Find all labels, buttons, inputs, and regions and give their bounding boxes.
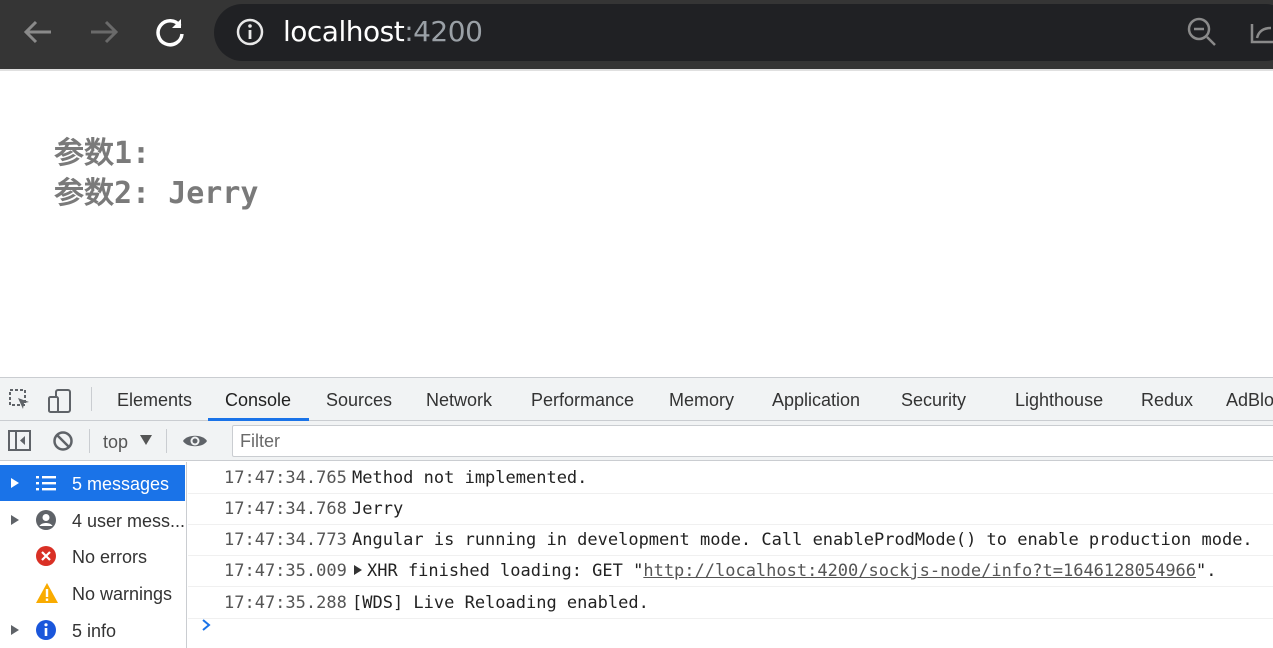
- param1-row: 参数1:: [54, 134, 259, 174]
- user-icon: [36, 510, 56, 530]
- sidebar-item-warnings[interactable]: No warnings: [0, 575, 186, 611]
- tab-network[interactable]: Network: [426, 388, 492, 412]
- sidebar-item-label: 4 user mess...: [72, 511, 186, 531]
- tab-adblock[interactable]: AdBlo: [1226, 388, 1273, 412]
- console-prompt-icon[interactable]: [200, 618, 212, 632]
- tab-console[interactable]: Console: [225, 388, 291, 412]
- arrow-right-icon: [91, 20, 119, 44]
- error-icon: [36, 546, 56, 566]
- console-message: 17:47:35.288 [WDS] Live Reloading enable…: [188, 588, 1273, 619]
- param2-value: Jerry: [168, 176, 259, 211]
- timestamp: 17:47:34.773: [224, 530, 347, 550]
- site-info-icon[interactable]: [236, 18, 264, 46]
- timestamp: 17:47:34.768: [224, 499, 347, 519]
- timestamp: 17:47:35.288: [224, 593, 347, 613]
- expand-caret-icon[interactable]: [354, 565, 362, 575]
- reload-icon: [156, 18, 184, 47]
- tab-lighthouse[interactable]: Lighthouse: [1015, 388, 1103, 412]
- device-toolbar-icon[interactable]: [47, 388, 73, 414]
- page-content: 参数1: 参数2: Jerry: [54, 134, 259, 214]
- chevron-down-icon[interactable]: [140, 435, 152, 445]
- console-message: 17:47:34.773 Angular is running in devel…: [188, 525, 1273, 556]
- sidebar-item-label: No errors: [72, 547, 148, 567]
- param2-row: 参数2: Jerry: [54, 174, 259, 214]
- console-message: 17:47:34.765 Method not implemented.: [188, 463, 1273, 494]
- tab-sources[interactable]: Sources: [326, 388, 392, 412]
- sidebar-item-user-messages[interactable]: 4 user mess...: [0, 502, 186, 538]
- url-text[interactable]: localhost:4200: [283, 14, 483, 50]
- console-toolbar: top Filter: [0, 421, 1273, 461]
- sidebar-item-label: 5 info: [72, 621, 117, 641]
- share-icon[interactable]: [1249, 18, 1273, 46]
- sidebar-toggle-icon[interactable]: [8, 430, 32, 452]
- tab-application[interactable]: Application: [772, 388, 860, 412]
- timestamp: 17:47:35.009: [224, 561, 347, 581]
- arrow-left-icon: [23, 20, 51, 44]
- toolbar-divider: [0, 69, 1273, 71]
- info-icon: [36, 620, 56, 640]
- toolbar-separator: [166, 429, 167, 453]
- console-sidebar: 5 messages 4 user mess... No errors No w…: [0, 462, 187, 648]
- devtools-panel: Elements Console Sources Network Perform…: [0, 377, 1273, 648]
- message-text: XHR finished loading: GET "http://localh…: [354, 556, 1217, 587]
- devtools-tabbar: Elements Console Sources Network Perform…: [0, 378, 1273, 421]
- sidebar-item-errors[interactable]: No errors: [0, 538, 186, 574]
- message-text: [WDS] Live Reloading enabled.: [352, 593, 649, 613]
- message-text: Angular is running in development mode. …: [352, 530, 1253, 550]
- tab-separator: [91, 387, 92, 411]
- sidebar-item-label: No warnings: [72, 584, 173, 604]
- clear-console-icon[interactable]: [52, 430, 74, 452]
- console-output: 17:47:34.765 Method not implemented. 17:…: [188, 462, 1273, 648]
- back-button[interactable]: [18, 12, 58, 52]
- console-message: 17:47:35.009 XHR finished loading: GET "…: [188, 556, 1273, 587]
- tab-redux[interactable]: Redux: [1141, 388, 1193, 412]
- zoom-icon[interactable]: [1186, 16, 1218, 48]
- warning-icon: [36, 583, 58, 603]
- forward-button[interactable]: [84, 12, 124, 52]
- tab-security[interactable]: Security: [901, 388, 966, 412]
- filter-input[interactable]: Filter: [232, 425, 1273, 457]
- expand-caret-icon[interactable]: [11, 478, 19, 488]
- expand-caret-icon[interactable]: [11, 515, 19, 525]
- sidebar-item-label: 5 messages: [72, 474, 170, 494]
- list-icon: [36, 476, 56, 491]
- tab-performance[interactable]: Performance: [531, 388, 634, 412]
- sidebar-item-messages[interactable]: 5 messages: [0, 465, 185, 501]
- param2-label: 参数2:: [54, 176, 151, 211]
- console-message: 17:47:34.768 Jerry: [188, 494, 1273, 525]
- reload-button[interactable]: [150, 12, 190, 52]
- sidebar-item-info[interactable]: 5 info: [0, 612, 186, 648]
- request-url-link[interactable]: http://localhost:4200/sockjs-node/info?t…: [643, 561, 1196, 581]
- context-select[interactable]: top: [103, 430, 128, 454]
- message-text: Jerry: [352, 499, 404, 519]
- inspect-element-icon[interactable]: [8, 388, 32, 412]
- expand-caret-icon[interactable]: [11, 625, 19, 635]
- param1-label: 参数1:: [54, 136, 151, 171]
- toolbar-separator: [89, 429, 90, 453]
- eye-icon[interactable]: [181, 432, 209, 450]
- tab-elements[interactable]: Elements: [117, 388, 192, 412]
- browser-toolbar: localhost:4200: [0, 0, 1273, 69]
- message-text: Method not implemented.: [352, 468, 588, 488]
- tab-memory[interactable]: Memory: [669, 388, 734, 412]
- timestamp: 17:47:34.765: [224, 468, 347, 488]
